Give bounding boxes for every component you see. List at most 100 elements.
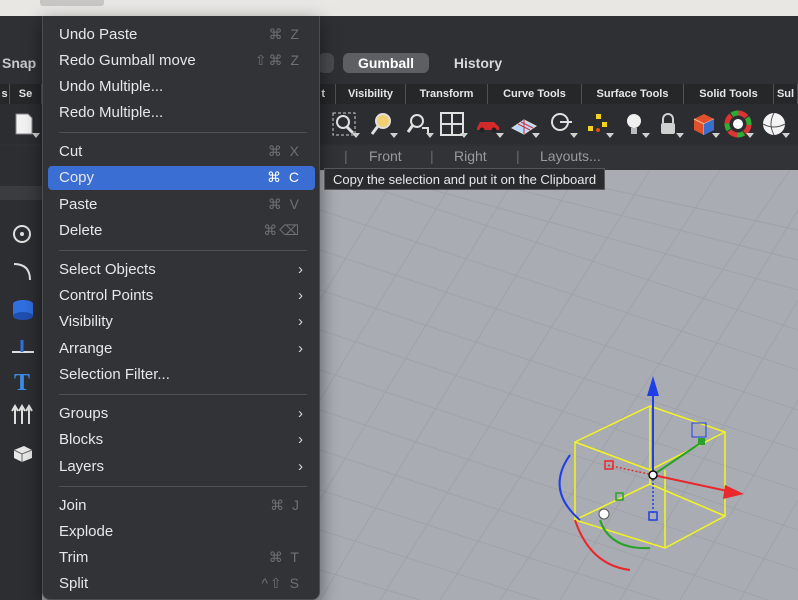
menu-item-undo-paste[interactable]: Undo Paste ⌘ Z: [48, 23, 315, 47]
snap-label[interactable]: Snap: [2, 55, 36, 71]
menu-item-shortcut: ^⇧ S: [261, 575, 301, 591]
cplane-icon[interactable]: [548, 110, 578, 138]
sphere-icon[interactable]: [760, 110, 790, 138]
edit-context-menu: Undo Paste ⌘ Z Redo Gumball move ⇧⌘ Z Un…: [42, 16, 320, 600]
chevron-right-icon: ›: [298, 431, 303, 448]
segment-blank[interactable]: [318, 53, 334, 73]
construction-grid: [320, 170, 798, 600]
chevron-right-icon: ›: [298, 458, 303, 475]
block-icon[interactable]: [10, 440, 36, 466]
menu-item-select-objects[interactable]: Select Objects ›: [48, 258, 315, 282]
view-tab-separator: |: [516, 148, 520, 164]
tab-transform[interactable]: Transform: [406, 84, 488, 104]
menu-separator: [59, 250, 307, 251]
menu-item-explode[interactable]: Explode: [48, 520, 315, 544]
tab-front-view[interactable]: Front: [369, 148, 402, 164]
zoom-extents-icon[interactable]: [368, 110, 398, 138]
tab-surface-tools[interactable]: Surface Tools: [582, 84, 684, 104]
menu-item-label: Layers: [59, 458, 105, 475]
menu-item-label: Groups: [59, 405, 109, 422]
menu-item-shortcut: ⌘⌫: [263, 222, 301, 238]
menu-separator: [59, 486, 307, 487]
circle-icon[interactable]: [10, 222, 36, 248]
dimension-icon[interactable]: [10, 334, 36, 360]
menu-item-control-points[interactable]: Control Points ›: [48, 284, 315, 308]
tab-solid-tools[interactable]: Solid Tools: [684, 84, 774, 104]
arrow-up-icon[interactable]: [10, 402, 36, 428]
menu-item-shortcut: ⌘ J: [270, 497, 301, 513]
menu-item-selection-filter[interactable]: Selection Filter...: [48, 363, 315, 387]
chevron-right-icon: ›: [298, 287, 303, 304]
menu-item-label: Trim: [59, 549, 89, 566]
menu-item-shortcut: ⌘ X: [267, 143, 301, 159]
menu-item-delete[interactable]: Delete ⌘⌫: [48, 219, 315, 243]
menu-item-groups[interactable]: Groups ›: [48, 402, 315, 426]
view-tab-separator: |: [430, 148, 434, 164]
menu-item-layers[interactable]: Layers ›: [48, 455, 315, 479]
menu-separator: [59, 132, 307, 133]
tab-right-view[interactable]: Right: [454, 148, 487, 164]
rotate-view-icon[interactable]: [404, 110, 434, 138]
chevron-right-icon: ›: [298, 405, 303, 422]
menu-item-split[interactable]: Split ^⇧ S: [48, 572, 315, 596]
menu-item-join[interactable]: Join ⌘ J: [48, 494, 315, 518]
grid-plane-icon[interactable]: [510, 110, 540, 138]
tab-layouts[interactable]: Layouts...: [540, 148, 601, 164]
segment-gumball[interactable]: Gumball: [343, 53, 429, 73]
chevron-right-icon: ›: [298, 313, 303, 330]
menu-item-label: Delete: [59, 222, 103, 239]
menu-item-label: Blocks: [59, 431, 104, 448]
menu-item-trim[interactable]: Trim ⌘ T: [48, 546, 315, 570]
color-wheel-icon[interactable]: [724, 110, 754, 138]
menu-item-blocks[interactable]: Blocks ›: [48, 428, 315, 452]
menu-item-copy[interactable]: Copy ⌘ C: [48, 166, 315, 190]
gumball-widget: [558, 376, 744, 571]
menu-item-shortcut: ⌘ V: [267, 196, 301, 212]
menu-item-label: Control Points: [59, 287, 154, 304]
view-tab-separator: |: [344, 148, 348, 164]
curve-icon[interactable]: [10, 258, 36, 284]
document-icon[interactable]: [10, 110, 40, 138]
menu-item-label: Split: [59, 575, 89, 592]
menu-item-cut[interactable]: Cut ⌘ X: [48, 140, 315, 164]
copy-tooltip: Copy the selection and put it on the Cli…: [324, 168, 606, 190]
box-icon[interactable]: [690, 110, 720, 138]
tab-visibility[interactable]: Visibility: [336, 84, 406, 104]
menu-item-label: Redo Multiple...: [59, 104, 164, 121]
perspective-viewport[interactable]: [320, 170, 798, 600]
menu-item-shortcut: ⌘ T: [268, 549, 301, 565]
tab-curve-tools[interactable]: Curve Tools: [488, 84, 582, 104]
tab-se[interactable]: Se: [10, 84, 42, 104]
tab-s[interactable]: s: [0, 84, 10, 104]
menubar-highlight: [40, 0, 104, 6]
menu-item-redo-gumball-move[interactable]: Redo Gumball move ⇧⌘ Z: [48, 49, 315, 73]
menu-item-label: Cut: [59, 143, 83, 160]
points-icon[interactable]: [584, 110, 614, 138]
menu-item-arrange[interactable]: Arrange ›: [48, 337, 315, 361]
menu-item-label: Selection Filter...: [59, 366, 170, 383]
viewport-layout-icon[interactable]: [438, 110, 468, 138]
menu-item-visibility[interactable]: Visibility ›: [48, 310, 315, 334]
solid-icon[interactable]: [10, 296, 36, 322]
menu-item-label: Redo Gumball move: [59, 52, 196, 69]
menu-separator: [59, 394, 307, 395]
left-toolbar: T: [0, 146, 42, 600]
menu-item-label: Join: [59, 497, 87, 514]
menu-item-redo-multiple[interactable]: Redo Multiple...: [48, 101, 315, 125]
menu-item-paste[interactable]: Paste ⌘ V: [48, 193, 315, 217]
left-toolbar-strip: [0, 186, 42, 200]
light-bulb-icon[interactable]: [620, 110, 650, 138]
menu-item-undo-multiple[interactable]: Undo Multiple...: [48, 75, 315, 99]
lock-icon[interactable]: [654, 110, 684, 138]
menu-item-label: Paste: [59, 196, 98, 213]
menu-item-label: Arrange: [59, 340, 113, 357]
car-render-icon[interactable]: [474, 110, 504, 138]
tab-sul[interactable]: Sul: [774, 84, 798, 104]
menu-item-label: Explode: [59, 523, 114, 540]
text-icon[interactable]: T: [10, 368, 36, 396]
svg-text:T: T: [14, 370, 30, 394]
segment-history[interactable]: History: [438, 53, 518, 73]
menu-item-label: Select Objects: [59, 261, 156, 278]
zoom-window-icon[interactable]: [330, 110, 360, 138]
chevron-right-icon: ›: [298, 340, 303, 357]
